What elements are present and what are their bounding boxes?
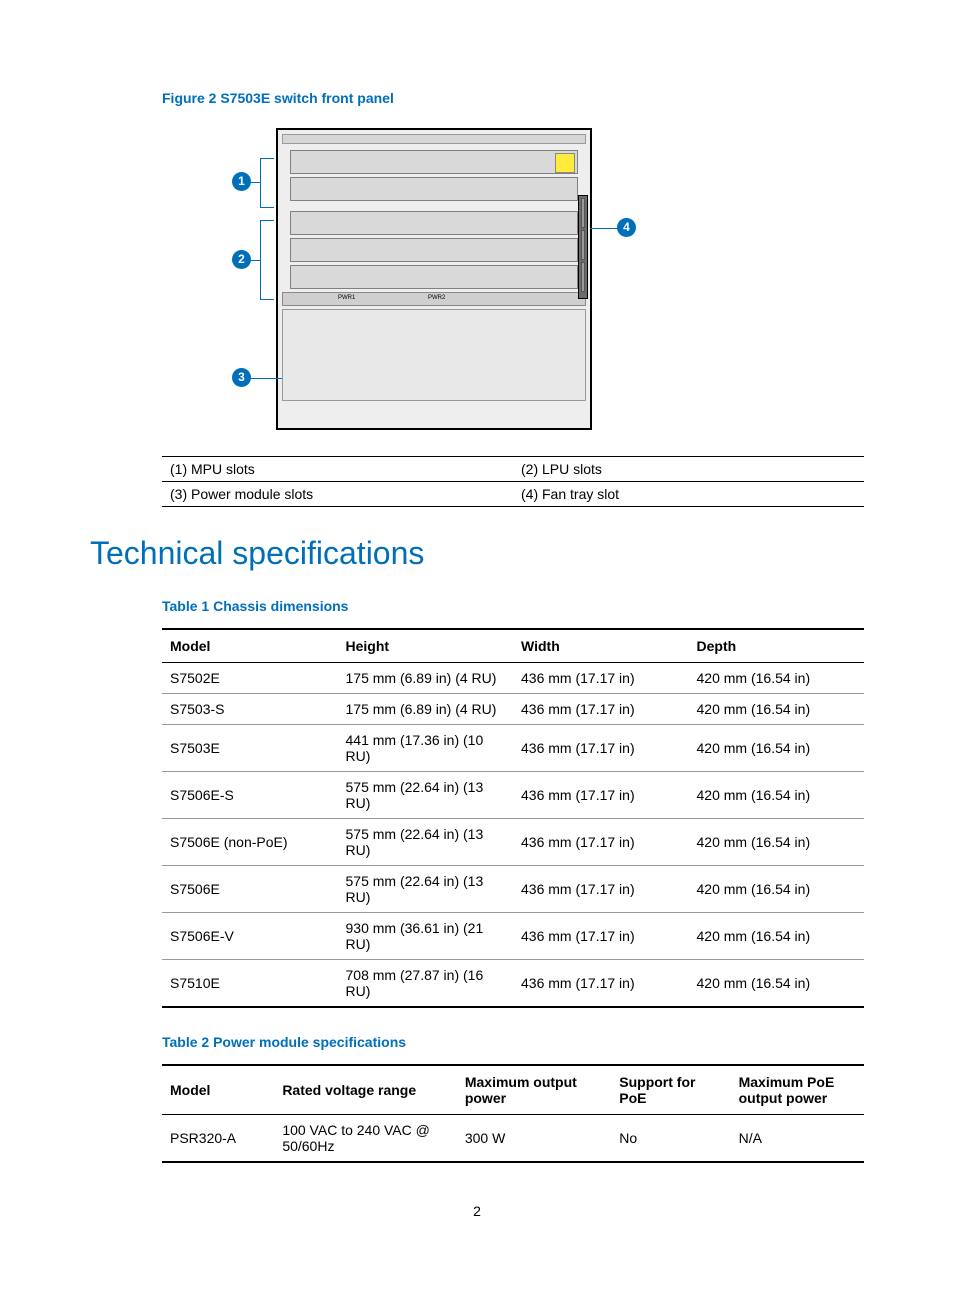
cell-height: 575 mm (22.64 in) (13 RU) [338,866,514,913]
figure-legend-table: (1) MPU slots (2) LPU slots (3) Power mo… [162,456,864,507]
cell-depth: 420 mm (16.54 in) [689,960,865,1008]
callout-3: 3 [232,368,251,387]
cell-model: S7506E-V [162,913,338,960]
cell-rvr: 100 VAC to 240 VAC @ 50/60Hz [274,1115,457,1163]
col-rvr: Rated voltage range [274,1065,457,1115]
col-width: Width [513,629,689,663]
table-row: S7502E175 mm (6.89 in) (4 RU)436 mm (17.… [162,663,864,694]
section-heading: Technical specifications [90,535,864,572]
cell-model: S7502E [162,663,338,694]
cell-model: S7506E (non-PoE) [162,819,338,866]
col-mop: Maximum output power [457,1065,611,1115]
cell-height: 575 mm (22.64 in) (13 RU) [338,819,514,866]
cell-height: 708 mm (27.87 in) (16 RU) [338,960,514,1008]
cell-width: 436 mm (17.17 in) [513,819,689,866]
figure-caption: Figure 2 S7503E switch front panel [162,90,864,106]
pwr1-label: PWR1 [338,295,355,301]
table-row: PSR320-A100 VAC to 240 VAC @ 50/60Hz300 … [162,1115,864,1163]
table2-caption: Table 2 Power module specifications [162,1034,864,1050]
legend-cell: (1) MPU slots [162,457,513,482]
legend-row: (3) Power module slots (4) Fan tray slot [162,482,864,507]
cell-model: S7503E [162,725,338,772]
bracket-lpu [260,220,274,300]
lead-4 [590,228,618,229]
cell-depth: 420 mm (16.54 in) [689,663,865,694]
chassis-outline: PWR1 PWR2 [276,128,592,430]
legend-cell: (3) Power module slots [162,482,513,507]
table-row: S7506E575 mm (22.64 in) (13 RU)436 mm (1… [162,866,864,913]
cell-depth: 420 mm (16.54 in) [689,819,865,866]
callout-4: 4 [617,218,636,237]
cell-depth: 420 mm (16.54 in) [689,725,865,772]
cell-width: 436 mm (17.17 in) [513,772,689,819]
col-poe: Support for PoE [611,1065,730,1115]
cell-poe: No [611,1115,730,1163]
lpu-slot [290,265,578,289]
cell-depth: 420 mm (16.54 in) [689,866,865,913]
fan-tray-slot [578,195,588,299]
cell-width: 436 mm (17.17 in) [513,694,689,725]
cell-width: 436 mm (17.17 in) [513,663,689,694]
chassis-dimensions-table: Model Height Width Depth S7502E175 mm (6… [162,628,864,1008]
cell-height: 441 mm (17.36 in) (10 RU) [338,725,514,772]
cell-model: S7503-S [162,694,338,725]
mpu-slot [290,177,578,201]
cell-width: 436 mm (17.17 in) [513,913,689,960]
table-row: S7506E-S575 mm (22.64 in) (13 RU)436 mm … [162,772,864,819]
cell-height: 175 mm (6.89 in) (4 RU) [338,663,514,694]
col-height: Height [338,629,514,663]
table-row: S7506E (non-PoE)575 mm (22.64 in) (13 RU… [162,819,864,866]
callout-2: 2 [232,250,251,269]
col-model: Model [162,629,338,663]
cell-width: 436 mm (17.17 in) [513,866,689,913]
col-depth: Depth [689,629,865,663]
cell-height: 575 mm (22.64 in) (13 RU) [338,772,514,819]
table-row: S7503E441 mm (17.36 in) (10 RU)436 mm (1… [162,725,864,772]
col-model: Model [162,1065,274,1115]
col-mpoe: Maximum PoE output power [731,1065,864,1115]
cell-width: 436 mm (17.17 in) [513,960,689,1008]
cell-depth: 420 mm (16.54 in) [689,772,865,819]
table-row: S7510E708 mm (27.87 in) (16 RU)436 mm (1… [162,960,864,1008]
legend-cell: (4) Fan tray slot [513,482,864,507]
cell-depth: 420 mm (16.54 in) [689,694,865,725]
lead-2 [251,260,261,261]
table-row: S7506E-V930 mm (36.61 in) (21 RU)436 mm … [162,913,864,960]
power-module-spec-table: Model Rated voltage range Maximum output… [162,1064,864,1163]
legend-cell: (2) LPU slots [513,457,864,482]
table1-caption: Table 1 Chassis dimensions [162,598,864,614]
switch-front-panel-diagram: PWR1 PWR2 1 2 3 4 [162,120,592,440]
pwr2-label: PWR2 [428,295,445,301]
cell-mpoe: N/A [731,1115,864,1163]
power-label-row: PWR1 PWR2 [282,292,586,306]
bracket-mpu [260,158,274,208]
cell-model: S7510E [162,960,338,1008]
power-module-bay [282,309,586,401]
cell-height: 175 mm (6.89 in) (4 RU) [338,694,514,725]
cell-mop: 300 W [457,1115,611,1163]
cell-model: S7506E-S [162,772,338,819]
mpu-slot [290,150,578,174]
cell-width: 436 mm (17.17 in) [513,725,689,772]
page-number: 2 [90,1203,864,1219]
legend-row: (1) MPU slots (2) LPU slots [162,457,864,482]
table-row: S7503-S175 mm (6.89 in) (4 RU)436 mm (17… [162,694,864,725]
callout-1: 1 [232,172,251,191]
lead-1 [251,182,261,183]
cell-model: PSR320-A [162,1115,274,1163]
top-strip [282,134,586,144]
cell-height: 930 mm (36.61 in) (21 RU) [338,913,514,960]
lead-3 [251,378,282,379]
cell-depth: 420 mm (16.54 in) [689,913,865,960]
lpu-slot [290,238,578,262]
cell-model: S7506E [162,866,338,913]
lpu-slot [290,211,578,235]
